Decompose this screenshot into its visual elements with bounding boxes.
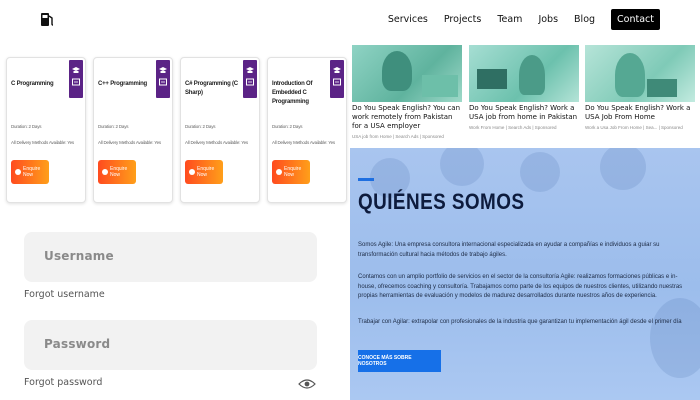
course-card[interactable]: C Programming Duration: 2 Days All Deliv… — [6, 57, 86, 203]
course-duration: Duration: 2 Days — [98, 124, 129, 129]
password-input[interactable]: Password — [24, 320, 317, 370]
article-source: USA job from Home | Search Ads | Sponsor… — [352, 134, 444, 139]
background-photo — [440, 148, 484, 186]
password-placeholder: Password — [44, 337, 111, 351]
article-image — [585, 45, 695, 102]
course-cards: C Programming Duration: 2 Days All Deliv… — [4, 57, 349, 203]
phone-icon — [102, 169, 108, 175]
nav-team[interactable]: Team — [497, 14, 522, 25]
course-delivery: All Delivery Methods Available: Yes — [98, 140, 161, 145]
phone-icon — [189, 169, 195, 175]
course-duration: Duration: 2 Days — [272, 124, 303, 129]
nav-projects[interactable]: Projects — [444, 14, 481, 25]
article-card[interactable]: Do You Speak English? Work a USA Job Fro… — [585, 45, 695, 130]
enquire-label: Enquire Now — [284, 166, 302, 178]
forgot-username-link[interactable]: Forgot username — [24, 289, 105, 300]
graduation-cap-icon — [159, 67, 167, 86]
learn-more-button[interactable]: CONOCE MÁS SOBRE NOSOTROS — [358, 350, 441, 372]
course-duration: Duration: 2 Days — [11, 124, 42, 129]
background-photo — [600, 148, 646, 190]
article-title: Do You Speak English? You can work remot… — [352, 104, 461, 130]
forgot-password-link[interactable]: Forgot password — [24, 377, 102, 388]
nav-jobs[interactable]: Jobs — [538, 14, 558, 25]
course-card[interactable]: Introduction Of Embedded C Programming D… — [267, 57, 347, 203]
course-badge — [243, 60, 257, 98]
background-photo — [520, 152, 560, 192]
about-section: QUIÉNES SOMOS Somos Agile: Una empresa c… — [350, 148, 700, 400]
enquire-now-button[interactable]: Enquire Now — [272, 160, 310, 184]
graduation-cap-icon — [72, 67, 80, 86]
nav-blog[interactable]: Blog — [574, 14, 595, 25]
main-nav: Services Projects Team Jobs Blog Contact — [372, 9, 660, 30]
article-source: Work a Usa Job From Home | Sea... | Spon… — [585, 125, 683, 130]
nav-services[interactable]: Services — [388, 14, 428, 25]
course-delivery: All Delivery Methods Available: Yes — [185, 140, 248, 145]
course-badge — [69, 60, 83, 98]
article-title: Do You Speak English? Work a USA job fro… — [469, 104, 578, 121]
enquire-now-button[interactable]: Enquire Now — [185, 160, 223, 184]
article-card[interactable]: Do You Speak English? You can work remot… — [352, 45, 462, 139]
course-title: C Programming — [11, 81, 54, 87]
course-card[interactable]: C++ Programming Duration: 2 Days All Del… — [93, 57, 173, 203]
phone-icon — [276, 169, 282, 175]
background-photo — [650, 298, 700, 378]
course-duration: Duration: 2 Days — [185, 124, 216, 129]
course-badge — [330, 60, 344, 98]
fuel-pump-icon[interactable] — [38, 10, 56, 28]
course-title: Introduction Of Embedded C Programming — [272, 81, 313, 105]
course-card[interactable]: C# Programming (C Sharp) Duration: 2 Day… — [180, 57, 260, 203]
course-delivery: All Delivery Methods Available: Yes — [11, 140, 74, 145]
article-image — [352, 45, 462, 102]
course-title: C++ Programming — [98, 81, 148, 87]
eye-icon[interactable] — [298, 378, 316, 390]
enquire-now-button[interactable]: Enquire Now — [98, 160, 136, 184]
article-image — [469, 45, 579, 102]
course-title: C# Programming (C Sharp) — [185, 81, 238, 96]
heading-accent — [358, 178, 374, 181]
top-nav-bar: Services Projects Team Jobs Blog Contact — [0, 0, 700, 38]
enquire-label: Enquire Now — [23, 166, 41, 178]
contact-button[interactable]: Contact — [611, 9, 660, 30]
about-paragraph: Contamos con un amplio portfolio de serv… — [358, 274, 683, 299]
username-input[interactable]: Username — [24, 232, 317, 282]
username-placeholder: Username — [44, 249, 114, 263]
about-paragraph: Trabajar con Agilar: extrapolar con prof… — [358, 319, 682, 325]
enquire-label: Enquire Now — [197, 166, 215, 178]
enquire-label: Enquire Now — [110, 166, 128, 178]
about-paragraph: Somos Agile: Una empresa consultora inte… — [358, 242, 660, 258]
graduation-cap-icon — [333, 67, 341, 86]
about-heading: QUIÉNES SOMOS — [358, 189, 525, 214]
article-title: Do You Speak English? Work a USA Job Fro… — [585, 104, 691, 121]
phone-icon — [15, 169, 21, 175]
article-source: Work From Home | Search Ads | Sponsored — [469, 125, 557, 130]
enquire-now-button[interactable]: Enquire Now — [11, 160, 49, 184]
article-card[interactable]: Do You Speak English? Work a USA job fro… — [469, 45, 579, 130]
sponsored-articles: Do You Speak English? You can work remot… — [352, 45, 700, 145]
course-badge — [156, 60, 170, 98]
graduation-cap-icon — [246, 67, 254, 86]
course-delivery: All Delivery Methods Available: Yes — [272, 140, 335, 145]
